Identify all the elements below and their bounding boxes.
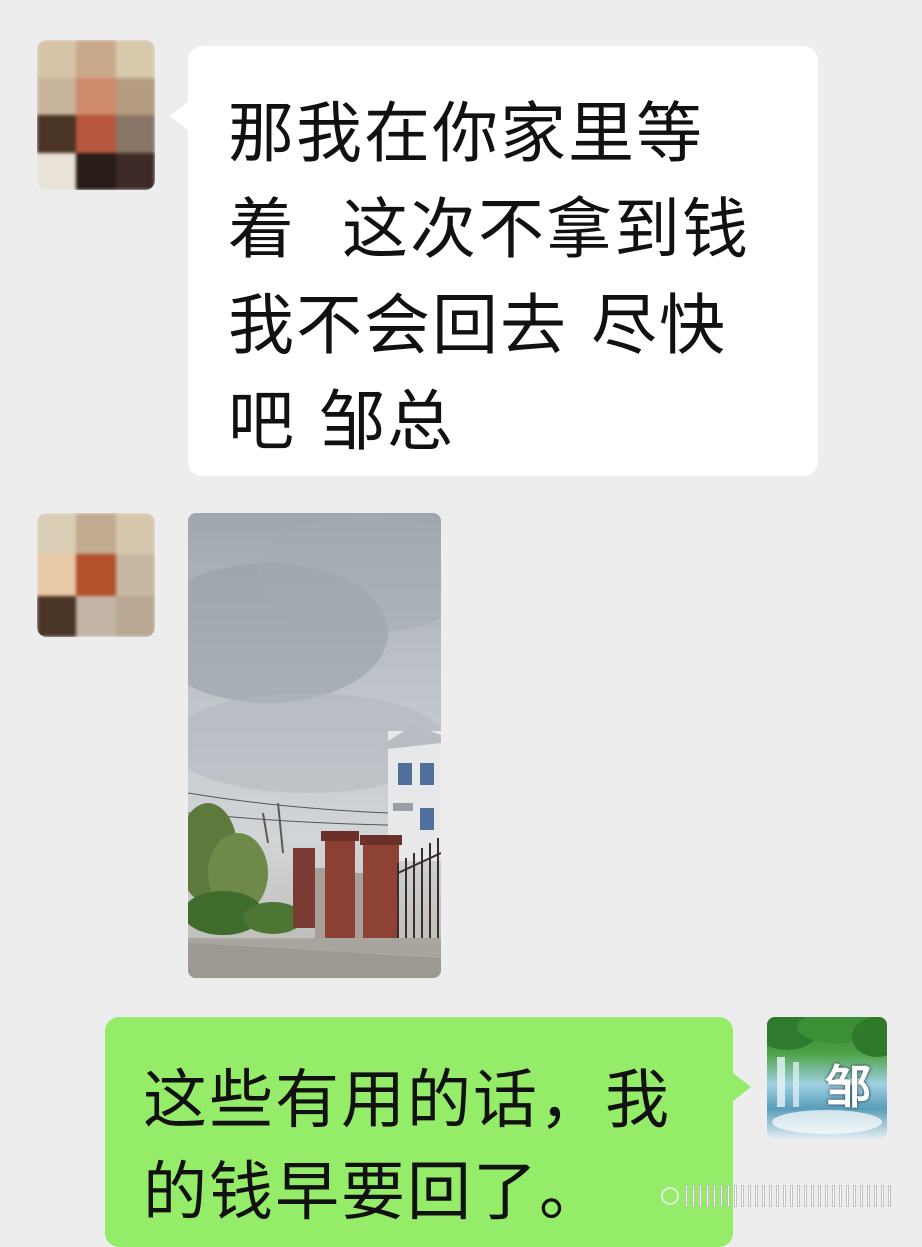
message-text: 这些有用的话，我 的钱早要回了。 (143, 1064, 671, 1230)
watermark-icon (655, 1183, 895, 1209)
photo-image-gate-scene (188, 513, 441, 978)
pixelated-avatar-image (37, 513, 155, 637)
message-text: 那我在你家里等 着 这次不拿到钱 我不会回去 尽快 吧 邹总 (228, 95, 750, 460)
chat-window: 那我在你家里等 着 这次不拿到钱 我不会回去 尽快 吧 邹总 这些有用的话，我 … (0, 0, 922, 1247)
contact-avatar[interactable] (37, 40, 155, 190)
pixelated-avatar-image (37, 40, 155, 190)
outgoing-message-bubble[interactable]: 这些有用的话，我 的钱早要回了。 (105, 1017, 751, 1247)
incoming-message-bubble[interactable]: 那我在你家里等 着 这次不拿到钱 我不会回去 尽快 吧 邹总 (170, 46, 818, 476)
photo-message[interactable] (188, 513, 441, 978)
avatar-caption: 大自在修身 (827, 1078, 862, 1086)
self-avatar[interactable]: 邹 大自在修身 (767, 1017, 887, 1139)
contact-avatar[interactable] (37, 513, 155, 637)
